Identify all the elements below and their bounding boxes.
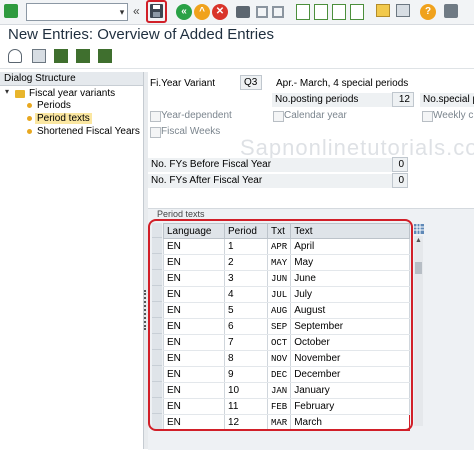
select-block-icon[interactable] — [76, 49, 90, 63]
posting-periods-label: No.posting periods — [272, 93, 410, 107]
first-page-icon[interactable] — [296, 4, 310, 20]
command-dropdown-icon[interactable]: ▾ — [116, 3, 128, 21]
page-title: New Entries: Overview of Added Entries — [8, 26, 274, 43]
exit-icon[interactable]: ^ — [194, 4, 210, 20]
print-icon[interactable] — [236, 6, 250, 18]
table-settings-icon[interactable] — [414, 224, 424, 234]
fys-after-label: No. FYs After Fiscal Year — [148, 174, 392, 188]
enter-icon[interactable] — [4, 4, 18, 18]
fy-variant-description: Apr.- March, 4 special periods — [276, 78, 409, 89]
tree-bullet-icon — [27, 103, 32, 108]
tree-bullet-icon — [27, 116, 32, 121]
tree-item-fiscal-year-variants[interactable]: Fiscal year variants — [29, 88, 115, 100]
weekly-label: Weekly c — [433, 110, 474, 121]
tree-expand-icon[interactable]: ▾ — [5, 87, 9, 96]
previous-page-icon[interactable] — [314, 4, 328, 20]
fys-after-field[interactable]: 0 — [392, 173, 408, 188]
special-periods-label: No.special p — [420, 93, 474, 107]
system-toolbar: ▾ « « ^ ✕ ? — [0, 0, 474, 25]
fiscal-weeks-checkbox[interactable] — [150, 127, 161, 138]
folder-icon — [15, 90, 25, 98]
next-page-icon[interactable] — [332, 4, 346, 20]
deselect-all-icon[interactable] — [98, 49, 112, 63]
calendar-year-checkbox[interactable] — [273, 111, 284, 122]
command-field[interactable] — [26, 3, 128, 21]
scroll-up-icon[interactable]: ▲ — [415, 237, 422, 244]
back-icon[interactable]: « — [176, 4, 192, 20]
fys-before-label: No. FYs Before Fiscal Year — [148, 158, 392, 172]
collapse-icon[interactable]: « — [133, 4, 140, 18]
period-texts-highlight — [148, 219, 413, 431]
fy-variant-label: Fi.Year Variant — [150, 78, 216, 89]
shortcut-icon[interactable] — [396, 4, 410, 17]
fiscal-weeks-label: Fiscal Weeks — [161, 126, 221, 137]
find-next-icon[interactable] — [272, 6, 284, 18]
help-icon[interactable]: ? — [420, 4, 436, 20]
weekly-checkbox[interactable] — [422, 111, 433, 122]
fy-variant-field[interactable]: Q3 — [240, 75, 262, 90]
change-display-icon[interactable] — [8, 49, 22, 63]
year-dependent-label: Year-dependent — [161, 110, 232, 121]
last-page-icon[interactable] — [350, 4, 364, 20]
save-icon[interactable] — [150, 4, 163, 18]
find-icon[interactable] — [256, 6, 268, 18]
create-session-icon[interactable] — [376, 4, 390, 17]
scrollbar-thumb[interactable] — [415, 262, 422, 274]
tree-item-shortened-fiscal-years[interactable]: Shortened Fiscal Years — [37, 126, 140, 138]
tree-item-period-texts[interactable]: Period texts — [35, 113, 92, 125]
dialog-structure-header: Dialog Structure — [0, 72, 143, 86]
calendar-year-label: Calendar year — [284, 110, 347, 121]
application-toolbar — [0, 46, 474, 69]
posting-periods-field[interactable]: 12 — [392, 92, 414, 107]
fys-before-field[interactable]: 0 — [392, 157, 408, 172]
layout-icon[interactable] — [444, 4, 458, 18]
period-texts-title: Period texts — [157, 209, 205, 219]
cancel-icon[interactable]: ✕ — [212, 4, 228, 20]
year-dependent-checkbox[interactable] — [150, 111, 161, 122]
tree-bullet-icon — [27, 129, 32, 134]
tree-item-periods[interactable]: Periods — [37, 100, 71, 112]
delete-icon[interactable] — [32, 49, 46, 63]
select-all-icon[interactable] — [54, 49, 68, 63]
